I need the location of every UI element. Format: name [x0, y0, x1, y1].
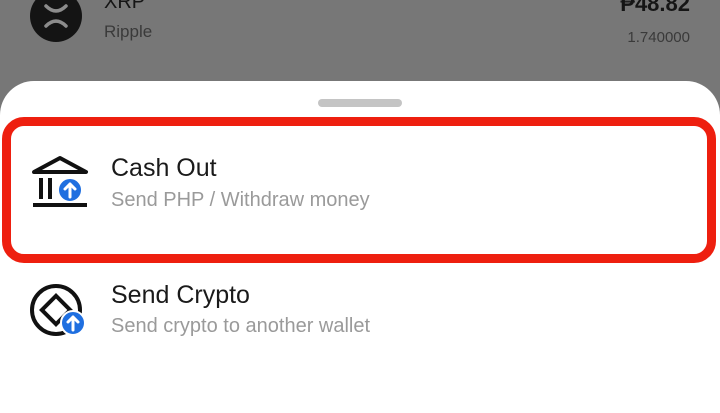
- sheet-drag-handle[interactable]: [318, 99, 402, 107]
- coin-row-xrp[interactable]: XRP Ripple ₱48.82 1.740000: [0, 0, 720, 90]
- coin-amount: 1.740000: [627, 29, 690, 46]
- coin-fiat-value: ₱48.82: [620, 0, 690, 16]
- cash-out-title: Cash Out: [111, 154, 217, 182]
- send-crypto-subtitle: Send crypto to another wallet: [111, 315, 371, 337]
- bank-upload-icon: [30, 154, 90, 214]
- xrp-icon: [30, 0, 82, 42]
- send-crypto-title: Send Crypto: [111, 281, 250, 309]
- cash-out-subtitle: Send PHP / Withdraw money: [111, 189, 370, 211]
- coin-name: XRP: [104, 0, 146, 13]
- crypto-send-icon: [30, 282, 90, 342]
- coin-subtitle: Ripple: [104, 22, 153, 41]
